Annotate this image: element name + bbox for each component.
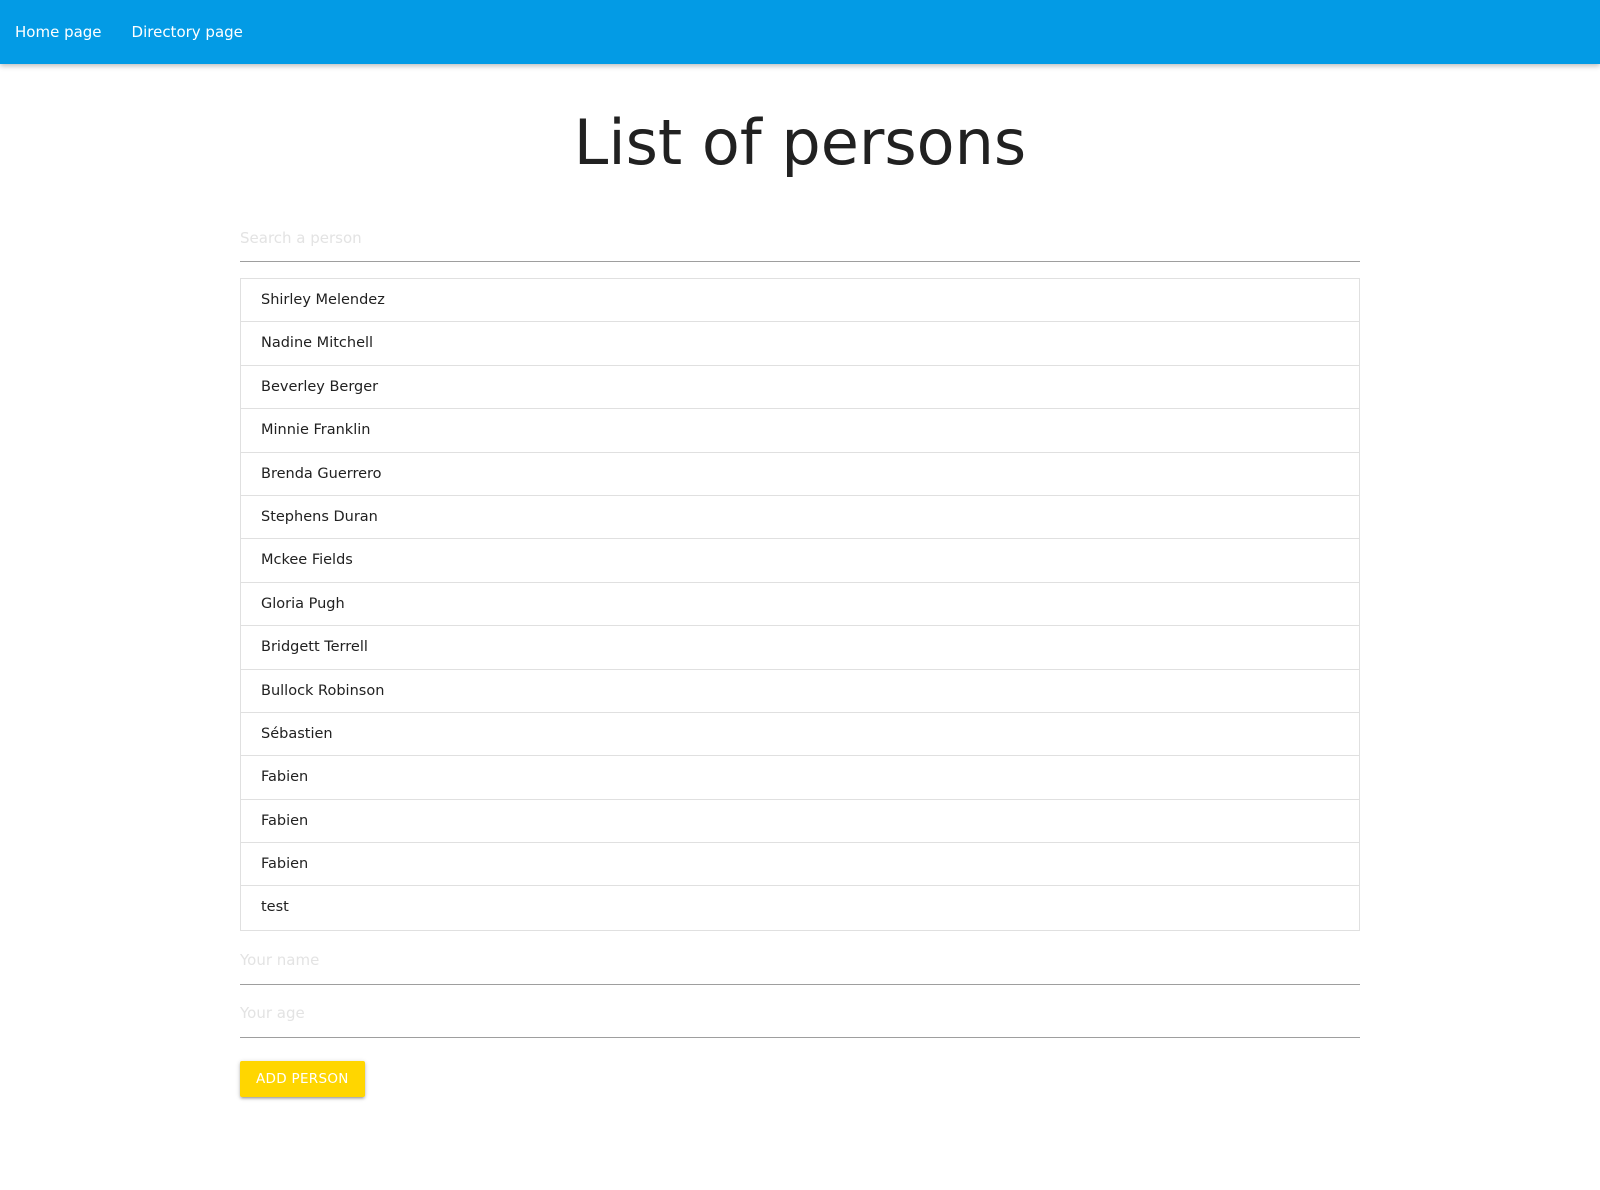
- nav-link-directory[interactable]: Directory page: [117, 0, 258, 64]
- person-list-item[interactable]: Mckee Fields: [241, 539, 1359, 583]
- person-list-item[interactable]: Bullock Robinson: [241, 670, 1359, 713]
- person-list-item[interactable]: Nadine Mitchell: [241, 322, 1359, 366]
- main-content: List of persons Shirley Melendez Nadine …: [240, 64, 1360, 1097]
- age-input[interactable]: [240, 989, 1360, 1038]
- person-list-item[interactable]: Fabien: [241, 756, 1359, 800]
- top-navbar: Home page Directory page: [0, 0, 1600, 64]
- person-list-item[interactable]: Fabien: [241, 800, 1359, 844]
- person-list-item[interactable]: Fabien: [241, 843, 1359, 887]
- search-input[interactable]: [240, 214, 1360, 262]
- nav-link-home[interactable]: Home page: [0, 0, 117, 64]
- person-list-item[interactable]: Beverley Berger: [241, 366, 1359, 410]
- person-list-item[interactable]: test: [241, 886, 1359, 929]
- person-list-item[interactable]: Sébastien: [241, 713, 1359, 757]
- person-list: Shirley Melendez Nadine Mitchell Beverle…: [240, 278, 1360, 931]
- person-list-item[interactable]: Shirley Melendez: [241, 279, 1359, 323]
- person-list-item[interactable]: Gloria Pugh: [241, 583, 1359, 627]
- person-list-item[interactable]: Bridgett Terrell: [241, 626, 1359, 670]
- person-list-item[interactable]: Brenda Guerrero: [241, 453, 1359, 496]
- name-input[interactable]: [240, 936, 1360, 985]
- add-person-button[interactable]: Add person: [240, 1060, 365, 1097]
- person-list-item[interactable]: Minnie Franklin: [241, 409, 1359, 453]
- person-list-item[interactable]: Stephens Duran: [241, 496, 1359, 540]
- page-title: List of persons: [573, 106, 1027, 179]
